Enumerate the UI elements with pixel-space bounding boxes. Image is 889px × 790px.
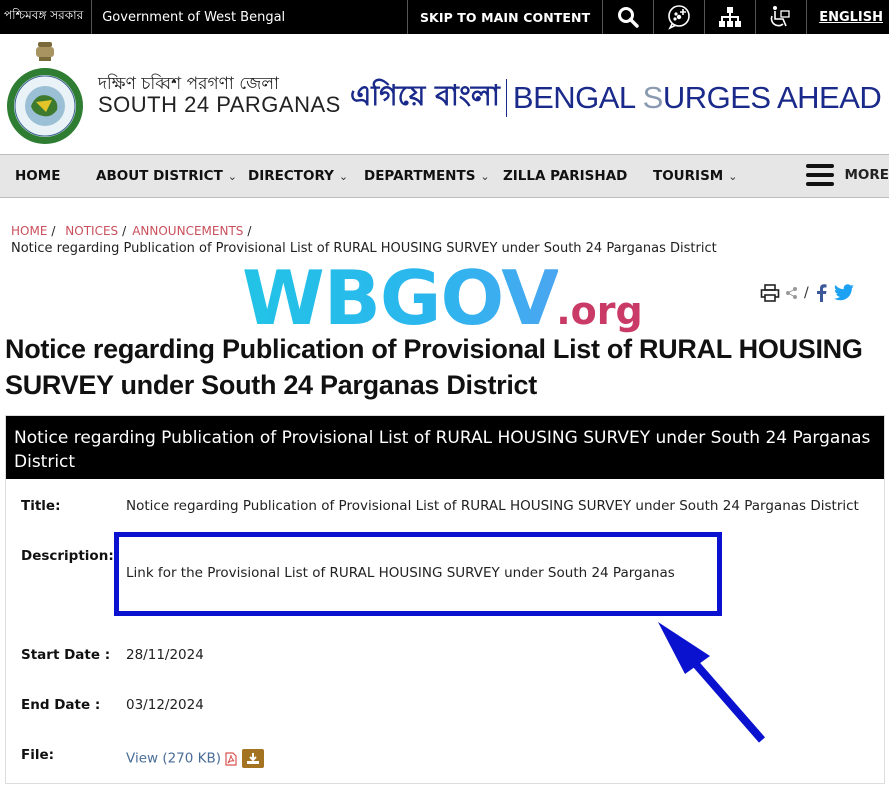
provisional-list-link[interactable]: Link for the Provisional List of RURAL H… (126, 565, 675, 581)
search-button[interactable] (602, 0, 653, 34)
watermark-suffix-text: .org (556, 289, 643, 333)
main-navigation: HOME ABOUT DISTRICT ⌄ DIRECTORY ⌄ DEPARTME… (0, 154, 889, 198)
start-date-value: 28/11/2024 (126, 647, 204, 663)
end-date-label: End Date : (21, 697, 101, 713)
breadcrumb-announcements[interactable]: ANNOUNCEMENTS (132, 224, 243, 238)
accessibility-button[interactable] (755, 0, 806, 34)
breadcrumb-separator: / (122, 224, 127, 238)
slogan-part-3: URGES AHEAD (662, 79, 882, 115)
slogan-divider (505, 78, 507, 117)
start-date-label: Start Date : (21, 647, 111, 663)
top-bar: পশ্চিমবঙ্গ সরকার Government of West Beng… (0, 0, 889, 34)
accessibility-icon (770, 6, 790, 27)
more-label: MORE (844, 167, 889, 183)
slogan-bengali: এগিয়ে বাংলা (350, 79, 500, 112)
nav-directory[interactable]: DIRECTORY ⌄ (248, 168, 348, 184)
government-emblem-logo[interactable] (6, 40, 84, 148)
nav-tourism[interactable]: TOURISM ⌄ (653, 168, 737, 184)
bengal-surges-ahead-banner: এগিয়ে বাংলা BENGAL SURGES AHEAD (350, 74, 882, 121)
language-toggle[interactable]: ENGLISH (806, 0, 889, 34)
end-date-value: 03/12/2024 (126, 697, 204, 713)
notice-panel-heading: Notice regarding Publication of Provisio… (6, 416, 884, 479)
download-icon (247, 753, 260, 764)
chevron-down-icon: ⌄ (728, 169, 738, 183)
nav-home-label: HOME (15, 168, 61, 184)
state-name-english: Government of West Bengal (102, 9, 286, 25)
chevron-down-icon: ⌄ (227, 169, 237, 183)
print-icon[interactable] (760, 284, 780, 302)
nav-home[interactable]: HOME (15, 168, 60, 184)
site-header: দক্ষিণ চব্বিশ পরগণা জেলা SOUTH 24 PARGAN… (0, 34, 889, 153)
pdf-icon (225, 751, 237, 766)
state-name-bengali: পশ্চিমবঙ্গ সরকার (0, 0, 93, 34)
slogan-part-1: BENGAL (512, 79, 643, 115)
title-label: Title: (21, 498, 61, 514)
annotation-arrow-icon (658, 622, 766, 743)
breadcrumb: HOME / NOTICES / ANNOUNCEMENTS / (11, 224, 257, 238)
view-file-link[interactable]: View (270 KB) (126, 751, 221, 767)
breadcrumb-notices[interactable]: NOTICES (65, 224, 118, 238)
sitemap-button[interactable] (704, 0, 755, 34)
nav-zilla-parishad[interactable]: ZILLA PARISHAD (503, 168, 627, 184)
nav-about-district[interactable]: ABOUT DISTRICT ⌄ (96, 168, 237, 184)
description-label: Description: (21, 548, 114, 564)
slogan-part-2: S (642, 79, 664, 115)
file-value: View (270 KB) (126, 749, 265, 768)
district-name-english[interactable]: SOUTH 24 PARGANAS (98, 92, 341, 118)
ashoka-emblem-icon (36, 42, 54, 61)
nav-zilla-parishad-label: ZILLA PARISHAD (503, 168, 628, 184)
share-toolbar: / (760, 284, 855, 302)
breadcrumb-separator: / (247, 224, 252, 238)
chevron-down-icon: ⌄ (338, 169, 349, 183)
more-menu-button[interactable]: MORE (806, 164, 889, 186)
breadcrumb-separator: / (51, 224, 56, 238)
nav-directory-label: DIRECTORY (248, 168, 334, 184)
nav-tourism-label: TOURISM (653, 168, 724, 184)
twitter-icon[interactable] (833, 284, 855, 302)
biswa-bangla-seal-icon (7, 68, 83, 144)
nav-departments[interactable]: DEPARTMENTS ⌄ (364, 168, 490, 184)
slogan-english: BENGAL SURGES AHEAD (512, 79, 882, 116)
page-title: Notice regarding Publication of Provisio… (5, 334, 863, 400)
share-separator: / (804, 285, 809, 301)
share-icon[interactable] (786, 287, 798, 299)
search-icon (618, 7, 639, 28)
breadcrumb-home[interactable]: HOME (11, 224, 47, 238)
hamburger-menu-icon (806, 164, 835, 186)
social-media-button[interactable] (653, 0, 704, 34)
nav-departments-label: DEPARTMENTS (364, 168, 476, 184)
chevron-down-icon: ⌄ (480, 169, 490, 183)
title-value: Notice regarding Publication of Provisio… (126, 498, 859, 514)
download-button[interactable] (242, 749, 265, 768)
facebook-icon[interactable] (815, 284, 827, 302)
skip-to-main-content-link[interactable]: SKIP TO MAIN CONTENT (406, 0, 602, 34)
social-media-icon (668, 5, 691, 30)
watermark-main-text: WBGOV (242, 254, 559, 342)
nav-about-district-label: ABOUT DISTRICT (96, 168, 223, 184)
file-label: File: (21, 747, 55, 763)
sitemap-icon (719, 7, 742, 27)
